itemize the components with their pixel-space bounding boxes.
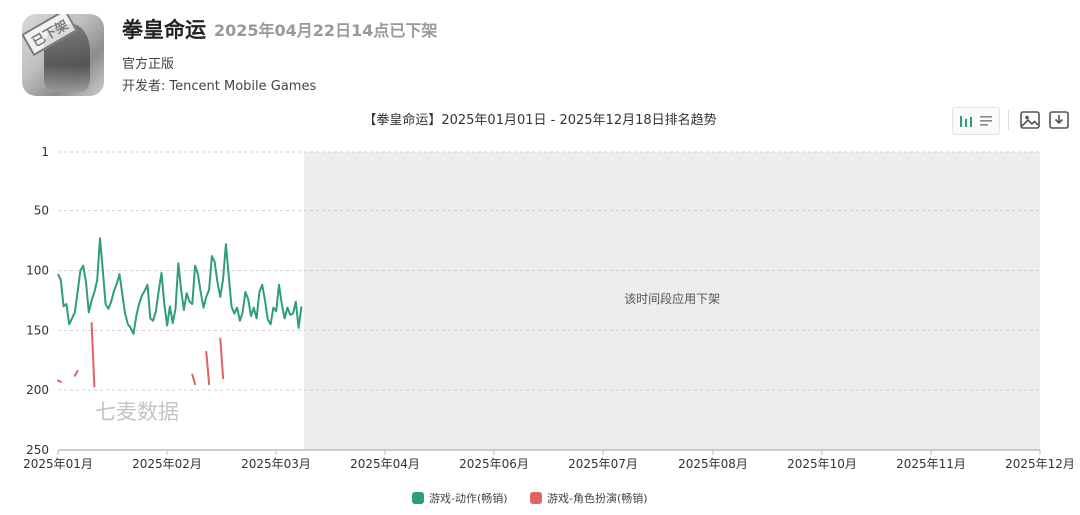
series-segment-rpg — [57, 379, 62, 383]
x-tick-label: 2025年02月 — [132, 457, 202, 471]
legend-label-action: 游戏-动作(畅销) — [429, 492, 508, 505]
y-tick-label: 1 — [41, 145, 49, 159]
series-segment-rpg — [73, 370, 79, 377]
series-segment-rpg — [90, 322, 96, 388]
legend-label-rpg: 游戏-角色扮演(畅销) — [547, 492, 648, 505]
legend-item-action[interactable]: 游戏-动作(畅销) — [412, 490, 508, 506]
series-line-action — [57, 237, 303, 335]
series-segment-rpg — [205, 350, 211, 386]
legend-swatch-rpg — [530, 492, 542, 504]
legend-item-rpg[interactable]: 游戏-角色扮演(畅销) — [530, 490, 648, 506]
y-tick-label: 150 — [26, 323, 49, 337]
x-tick-label: 2025年10月 — [787, 457, 857, 471]
y-tick-label: 250 — [26, 443, 49, 457]
x-tick-label: 2025年07月 — [568, 457, 638, 471]
watermark: 七麦数据 — [95, 400, 179, 424]
x-tick-label: 2025年03月 — [241, 457, 311, 471]
x-tick-label: 2025年01月 — [23, 457, 93, 471]
delisted-label: 该时间段应用下架 — [624, 291, 720, 306]
series-segment-rpg — [219, 337, 225, 380]
x-tick-label: 2025年11月 — [896, 457, 966, 471]
x-tick-label: 2025年12月 — [1005, 457, 1075, 471]
y-tick-label: 200 — [26, 383, 49, 397]
y-tick-label: 50 — [34, 204, 49, 218]
x-tick-label: 2025年04月 — [350, 457, 420, 471]
legend-swatch-action — [412, 492, 424, 504]
y-tick-label: 100 — [26, 263, 49, 277]
x-tick-label: 2025年06月 — [459, 457, 529, 471]
rank-trend-chart: 1501001502002502025年01月 2025年02月 2025年03月 2… — [23, 145, 1075, 471]
series-segment-rpg — [191, 373, 197, 386]
x-tick-label: 2025年08月 — [678, 457, 748, 471]
